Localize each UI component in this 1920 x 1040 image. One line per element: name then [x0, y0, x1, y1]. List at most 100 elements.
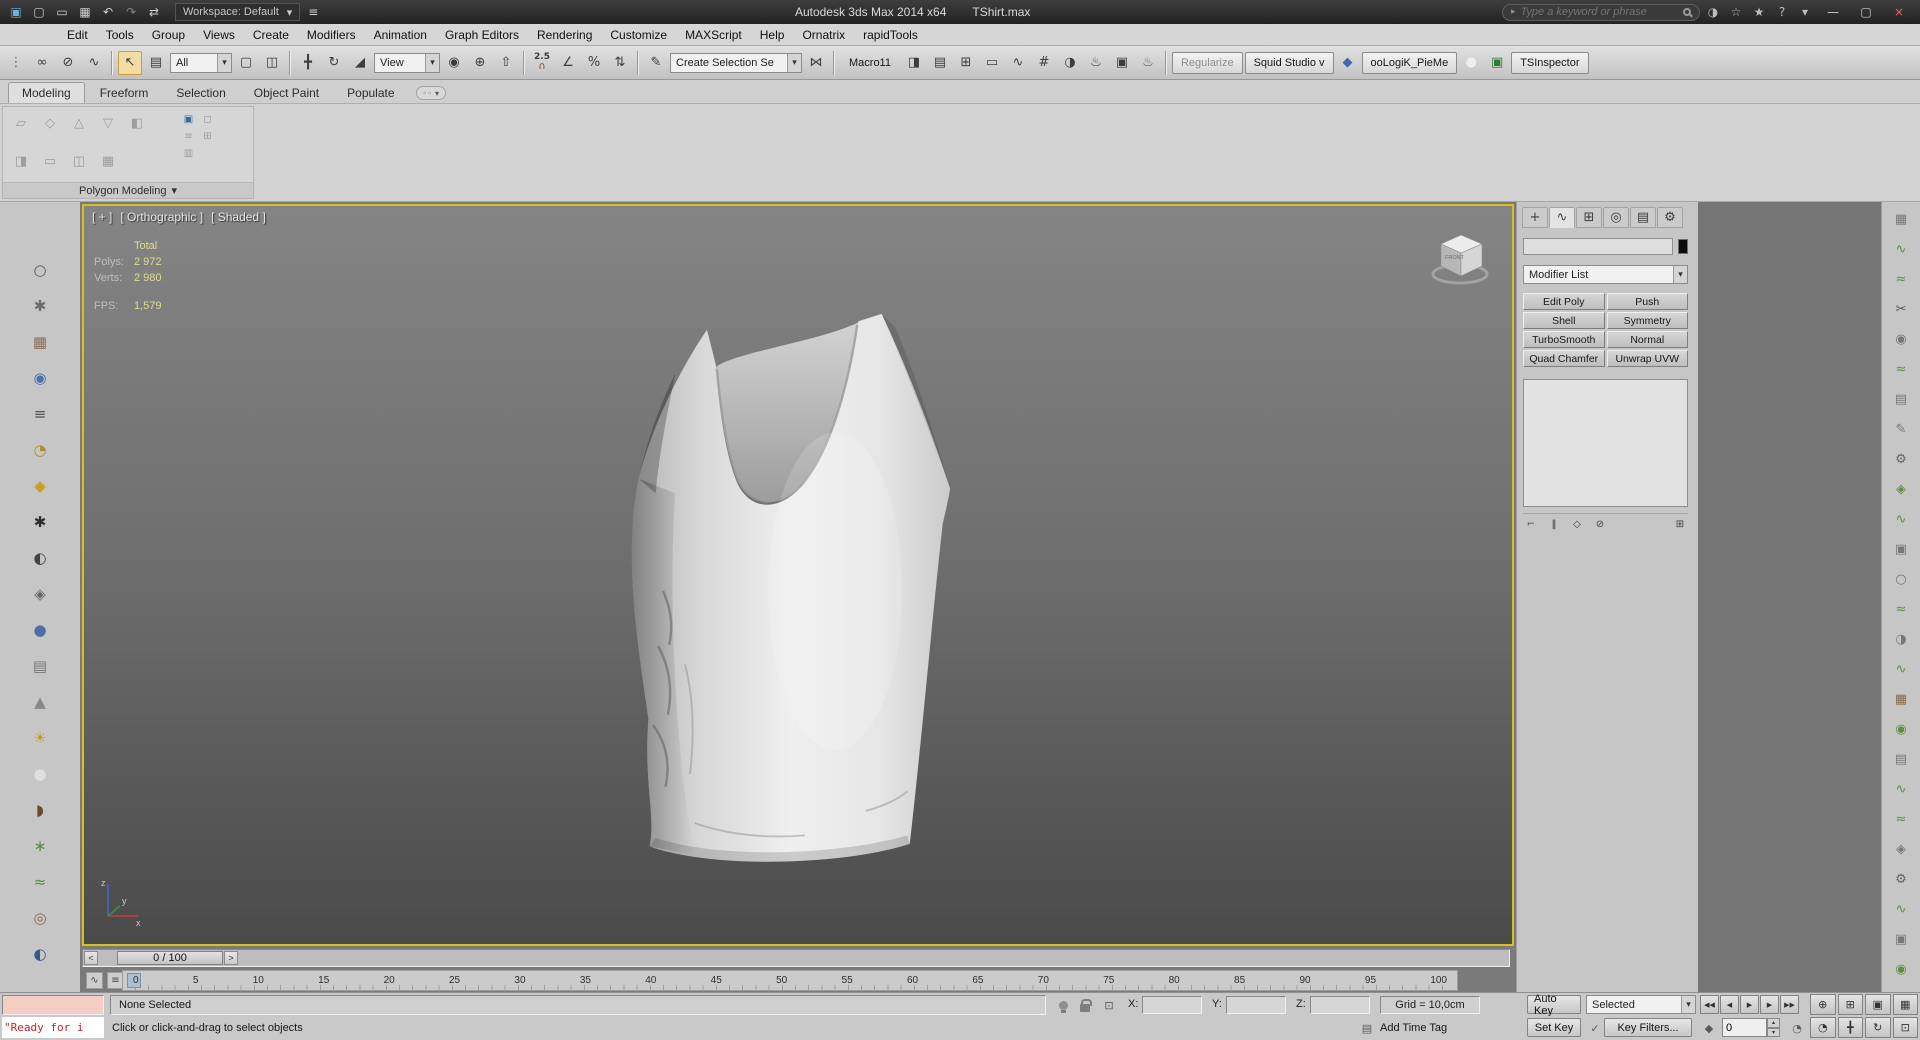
tsinspector-button[interactable]: TSInspector	[1511, 51, 1589, 74]
ribbon-tab[interactable]: Freeform	[87, 83, 162, 103]
time-slider-track[interactable]: < 0 / 100 >	[82, 949, 1510, 967]
right-toolbar-icon[interactable]: ∿	[1889, 658, 1913, 680]
plant-tool-icon[interactable]: ∗	[28, 834, 53, 858]
layer-manager-icon[interactable]: ▤	[928, 51, 952, 75]
menu-item[interactable]: Animation	[365, 26, 436, 44]
right-toolbar-icon[interactable]: ✂	[1889, 298, 1913, 320]
ribbon-tab[interactable]: Modeling	[8, 82, 85, 103]
next-frame-button[interactable]: ▶	[1760, 995, 1779, 1014]
window-crossing-toggle-icon[interactable]: ◫	[260, 51, 284, 75]
ribbon-tab[interactable]: Object Paint	[241, 83, 332, 103]
save-file-icon[interactable]: ▦	[75, 3, 95, 21]
sun-tool-icon[interactable]: ☀	[28, 726, 53, 750]
right-toolbar-icon[interactable]: ◉	[1889, 328, 1913, 350]
menu-item[interactable]: Tools	[97, 26, 143, 44]
undo-icon[interactable]: ↶	[98, 3, 118, 21]
edit-from-view-icon[interactable]: ≡	[181, 129, 196, 143]
falloff-icon[interactable]: ▥	[181, 146, 196, 160]
select-and-manipulate-icon[interactable]: ⊕	[468, 51, 492, 75]
create-tab[interactable]: +	[1522, 207, 1548, 228]
menu-item[interactable]: rapidTools	[854, 26, 927, 44]
rectangular-selection-region-icon[interactable]: ▢	[234, 51, 258, 75]
reference-coordinate-dropdown[interactable]: View ▾	[374, 52, 440, 73]
right-toolbar-icon[interactable]: ◈	[1889, 478, 1913, 500]
right-toolbar-icon[interactable]: ▤	[1889, 748, 1913, 770]
polygon-mode-icon[interactable]: ◧	[127, 113, 147, 133]
ring-tool-icon[interactable]: ◎	[28, 906, 53, 930]
zoom-all-icon[interactable]: ⊞	[1837, 994, 1863, 1015]
right-toolbar-icon[interactable]: ▤	[1889, 388, 1913, 410]
viewport[interactable]: [ + ] [ Orthographic ] [ Shaded ] Total Po…	[82, 204, 1514, 946]
right-toolbar-icon[interactable]: ▦	[1889, 688, 1913, 710]
menu-item[interactable]: Modifiers	[298, 26, 365, 44]
spinner-snap-icon[interactable]: ⇅	[608, 51, 632, 75]
right-toolbar-icon[interactable]: ∿	[1889, 238, 1913, 260]
menu-item[interactable]: Edit	[58, 26, 97, 44]
open-mini-curve-editor-icon[interactable]: ∿	[86, 972, 103, 989]
select-and-scale-icon[interactable]: ◢	[348, 51, 372, 75]
right-toolbar-icon[interactable]: ◉	[1889, 958, 1913, 980]
right-toolbar-icon[interactable]: ○	[1889, 568, 1913, 590]
menu-item[interactable]: Customize	[601, 26, 676, 44]
right-toolbar-icon[interactable]: ◉	[1889, 718, 1913, 740]
isolate-selection-icon[interactable]	[1054, 997, 1072, 1013]
make-unique-icon[interactable]: ◇	[1569, 517, 1585, 531]
frame-number-input[interactable]	[1722, 1018, 1767, 1037]
ribbon-tab[interactable]: Selection	[163, 83, 238, 103]
regularize-button[interactable]: Regularize	[1171, 51, 1243, 74]
object-color-swatch[interactable]	[1678, 239, 1688, 254]
polygon-modeling-caption[interactable]: Polygon Modeling ▾	[3, 182, 253, 198]
time-slider-next-button[interactable]: >	[224, 951, 238, 965]
selection-lock-icon[interactable]	[1076, 997, 1094, 1013]
right-toolbar-icon[interactable]: ≈	[1889, 268, 1913, 290]
motion-tab[interactable]: ◎	[1603, 207, 1629, 228]
menu-item[interactable]: Graph Editors	[436, 26, 528, 44]
search-input[interactable]	[1520, 6, 1678, 18]
angle-snap-icon[interactable]: ∠	[556, 51, 580, 75]
grass-tool-icon[interactable]: ≈	[28, 870, 53, 894]
macro-script-button[interactable]: Macro11	[840, 52, 900, 74]
time-slider-handle[interactable]: 0 / 100	[117, 951, 223, 965]
pin-stack-icon[interactable]: ⌐	[1523, 517, 1539, 531]
render-setup-icon[interactable]: ♨	[1084, 51, 1108, 75]
plugin-icon-green[interactable]: ▣	[1485, 51, 1509, 75]
ribbon-options-button[interactable]: ◦◦ ▾	[415, 86, 446, 100]
track-bar[interactable]: 0 5 10 15 20 25 30 35 40 45 50 55 60 65 70 75 80 85 90 95 10…	[122, 970, 1458, 991]
select-object-icon[interactable]: ↖	[118, 50, 142, 75]
right-toolbar-icon[interactable]: ≈	[1889, 358, 1913, 380]
set-key-button[interactable]: Set Key	[1527, 1018, 1581, 1037]
communication-center-icon[interactable]: ☆	[1726, 3, 1746, 21]
percent-snap-icon[interactable]: %	[582, 51, 606, 75]
key-mode-toggle-icon[interactable]: ◆	[1700, 1020, 1718, 1036]
play-animation-button[interactable]: ▶	[1740, 995, 1759, 1014]
right-toolbar-icon[interactable]: ▣	[1889, 538, 1913, 560]
keyboard-shortcut-override-icon[interactable]: ⇧	[494, 51, 518, 75]
time-configuration-icon[interactable]: ◔	[1788, 1020, 1806, 1036]
sphere-tool-icon[interactable]: ○	[28, 258, 53, 282]
maximize-button[interactable]: ▢	[1851, 3, 1881, 21]
border-mode-icon[interactable]: ▽	[98, 113, 118, 133]
schematic-view-icon[interactable]: #	[1032, 51, 1056, 75]
rendered-frame-window-icon[interactable]: ▣	[1110, 51, 1134, 75]
element-mode-icon[interactable]: ◨	[11, 151, 31, 171]
squid-studio-button[interactable]: Squid Studio v	[1244, 51, 1334, 74]
remove-modifier-icon[interactable]: ⊘	[1592, 517, 1608, 531]
right-toolbar-icon[interactable]: ∿	[1889, 508, 1913, 530]
modifier-preset-button[interactable]: Unwrap UVW	[1606, 350, 1688, 367]
align-icon[interactable]: ◨	[902, 51, 926, 75]
burst-tool-icon[interactable]: ✱	[28, 294, 53, 318]
unlink-selection-icon[interactable]: ⊘	[56, 51, 80, 75]
maxscript-mini-listener-top[interactable]	[2, 995, 104, 1015]
select-and-rotate-icon[interactable]: ↻	[322, 51, 346, 75]
right-toolbar-icon[interactable]: ◈	[1889, 838, 1913, 860]
maximize-viewport-toggle-icon[interactable]: ⊡	[1892, 1017, 1918, 1038]
ribbon-tab[interactable]: Populate	[334, 83, 407, 103]
zoom-extents-icon[interactable]: ▣	[1865, 994, 1891, 1015]
white-sphere-tool-icon[interactable]: ●	[28, 762, 53, 786]
select-and-link-icon[interactable]: ∞	[30, 51, 54, 75]
favorites-icon[interactable]: ★	[1749, 3, 1769, 21]
key-filters-check-icon[interactable]: ✓	[1586, 1020, 1604, 1036]
panel-tool-icon[interactable]: ▤	[28, 654, 53, 678]
menu-item[interactable]: MAXScript	[676, 26, 751, 44]
add-time-tag[interactable]: Add Time Tag	[1380, 1016, 1447, 1040]
